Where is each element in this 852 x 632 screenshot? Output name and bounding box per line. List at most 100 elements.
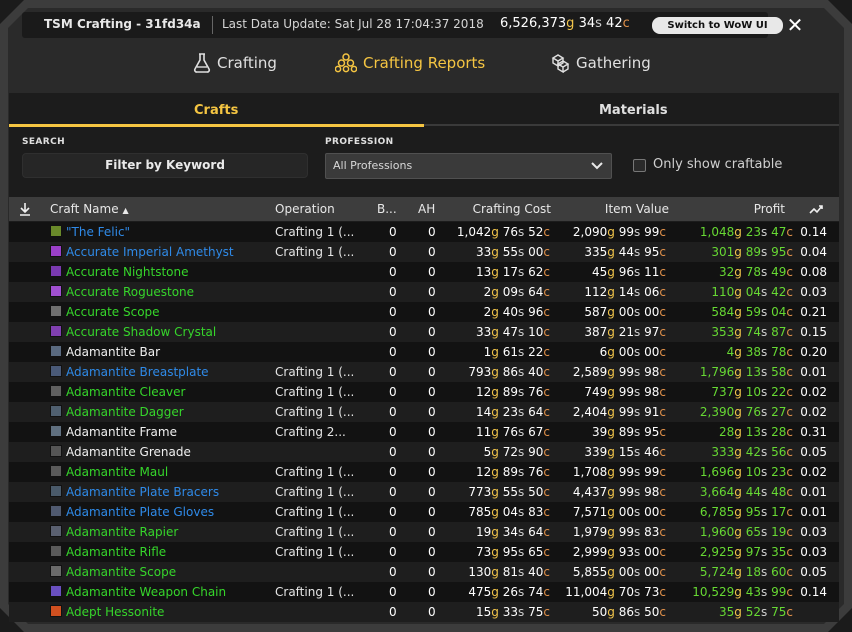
item-value-copper: 97 bbox=[644, 325, 660, 339]
profit-value-unit: s bbox=[761, 485, 768, 499]
craft-name[interactable]: Adamantite Maul bbox=[66, 465, 168, 479]
profit-value-unit: c bbox=[786, 305, 793, 319]
table-row[interactable]: Adamantite Plate Gloves Crafting 1 (... 0 0… bbox=[9, 502, 839, 522]
craft-name[interactable]: Adamantite Breastplate bbox=[66, 365, 209, 379]
craft-name[interactable]: Adept Hessonite bbox=[66, 605, 164, 619]
craft-name[interactable]: Adamantite Rapier bbox=[66, 525, 178, 539]
table-row[interactable]: Adamantite Plate Bracers Crafting 1 (... 0… bbox=[9, 482, 839, 502]
crafting-cost-unit: c bbox=[543, 265, 550, 279]
table-row[interactable]: Accurate Scope 0 0 2g 40s 96c 587g 00s 00c 58… bbox=[9, 302, 839, 322]
item-value-copper: 00 bbox=[644, 565, 660, 579]
item-value-copper: 46 bbox=[644, 445, 660, 459]
last-data-update: Last Data Update: Sat Jul 28 17:04:37 20… bbox=[222, 17, 484, 31]
item-value-silver: 99 bbox=[618, 485, 635, 499]
profit-ratio: 0.20 bbox=[800, 345, 827, 359]
craft-name[interactable]: Adamantite Scope bbox=[66, 565, 176, 579]
craft-name[interactable]: "The Felic" bbox=[66, 225, 130, 239]
column-header-ah[interactable]: AH bbox=[418, 202, 435, 216]
table-row[interactable]: Adamantite Grenade 0 0 5g 72s 90c 339g 15s 4… bbox=[9, 442, 839, 462]
profit-value-copper: 49 bbox=[771, 265, 787, 279]
craft-name[interactable]: Accurate Imperial Amethyst bbox=[66, 245, 234, 259]
download-icon[interactable] bbox=[18, 202, 32, 216]
profession-dropdown[interactable]: All Professions bbox=[325, 153, 612, 179]
table-row[interactable]: Adept Hessonite 0 0 15g 33s 75c 50g 86s 50c 3… bbox=[9, 602, 839, 622]
table-row[interactable]: Accurate Shadow Crystal 0 0 33g 47s 10c 387g… bbox=[9, 322, 839, 342]
item-value-unit: s bbox=[634, 265, 641, 279]
crafting-cost-silver: 72 bbox=[502, 445, 519, 459]
item-value-unit: s bbox=[634, 425, 641, 439]
profit-value-copper: 47 bbox=[771, 225, 787, 239]
crafting-cost-unit: g bbox=[491, 505, 499, 519]
subtab-materials[interactable]: Materials bbox=[599, 103, 668, 118]
column-header-operation[interactable]: Operation bbox=[275, 202, 335, 216]
only-craftable-checkbox[interactable] bbox=[633, 159, 646, 172]
table-row[interactable]: Adamantite Rapier Crafting 1 (... 0 0 19g 34… bbox=[9, 522, 839, 542]
profit-value-gold: 2,390 bbox=[699, 405, 735, 419]
table-row[interactable]: Adamantite Weapon Chain Crafting 1 (... 0 0… bbox=[9, 582, 839, 602]
table-row[interactable]: Accurate Imperial Amethyst Crafting 1 (..… bbox=[9, 242, 839, 262]
profit-value: 2,925g 97s 35c bbox=[700, 545, 793, 559]
craft-name[interactable]: Adamantite Grenade bbox=[66, 445, 191, 459]
profit-value-unit: g bbox=[734, 425, 742, 439]
crafting-cost-unit: c bbox=[543, 445, 550, 459]
craft-name[interactable]: Adamantite Plate Bracers bbox=[66, 485, 219, 499]
crafting-cost-copper: 75 bbox=[528, 605, 544, 619]
profit-value-unit: c bbox=[786, 265, 793, 279]
crafting-cost-unit: g bbox=[491, 465, 499, 479]
crafting-cost-unit: s bbox=[518, 545, 525, 559]
close-icon[interactable]: ✕ bbox=[786, 14, 804, 36]
craft-name[interactable]: Accurate Shadow Crystal bbox=[66, 325, 216, 339]
table-row[interactable]: Adamantite Bar 0 0 1g 61s 22c 6g 00s 00c 4g 3… bbox=[9, 342, 839, 362]
craft-name[interactable]: Adamantite Bar bbox=[66, 345, 160, 359]
table-row[interactable]: Adamantite Maul Crafting 1 (... 0 0 12g 89s … bbox=[9, 462, 839, 482]
subtab-crafts[interactable]: Crafts bbox=[194, 103, 238, 118]
table-row[interactable]: Adamantite Scope 0 0 130g 81s 40c 5,855g 00s… bbox=[9, 562, 839, 582]
tab-crafting[interactable]: Crafting bbox=[193, 50, 277, 76]
crafting-cost-gold: 33 bbox=[476, 325, 492, 339]
column-header-craft-name[interactable]: Craft Name ▲ bbox=[50, 202, 129, 216]
profit-value-copper: 95 bbox=[771, 245, 787, 259]
table-row[interactable]: Adamantite Cleaver Crafting 1 (... 0 0 12g 8… bbox=[9, 382, 839, 402]
table-row[interactable]: "The Felic" Crafting 1 (... 0 0 1,042g 76s 5… bbox=[9, 222, 839, 242]
column-header-profit[interactable]: Profit bbox=[754, 202, 785, 216]
profit-value-unit: s bbox=[761, 525, 768, 539]
profit-value: 333g 42s 56c bbox=[711, 445, 793, 459]
craft-name[interactable]: Adamantite Rifle bbox=[66, 545, 166, 559]
ah-count: 0 bbox=[428, 305, 436, 319]
table-row[interactable]: Adamantite Frame Crafting 2... 0 0 11g 76s 6… bbox=[9, 422, 839, 442]
switch-to-wow-ui-button[interactable]: Switch to WoW UI bbox=[652, 17, 783, 34]
column-header-crafting-cost[interactable]: Crafting Cost bbox=[473, 202, 551, 216]
bags-count: 0 bbox=[389, 325, 397, 339]
table-row[interactable]: Adamantite Dagger Crafting 1 (... 0 0 14g 23… bbox=[9, 402, 839, 422]
title-bar[interactable]: TSM Crafting - 31fd34a Last Data Update:… bbox=[22, 12, 783, 38]
table-row[interactable]: Accurate Roguestone 0 0 2g 09s 64c 112g 14s … bbox=[9, 282, 839, 302]
craft-name[interactable]: Adamantite Cleaver bbox=[66, 385, 185, 399]
crafting-cost: 33g 55s 00c bbox=[476, 245, 550, 259]
item-value-unit: g bbox=[607, 325, 615, 339]
item-value-gold: 50 bbox=[592, 605, 608, 619]
table-row[interactable]: Adamantite Breastplate Crafting 1 (... 0 0 7… bbox=[9, 362, 839, 382]
column-header-item-value[interactable]: Item Value bbox=[605, 202, 669, 216]
table-row[interactable]: Adamantite Rifle Crafting 1 (... 0 0 73g 95s… bbox=[9, 542, 839, 562]
craft-name[interactable]: Adamantite Weapon Chain bbox=[66, 585, 226, 599]
crafting-cost-unit: c bbox=[543, 505, 550, 519]
ah-count: 0 bbox=[428, 465, 436, 479]
craft-name[interactable]: Accurate Roguestone bbox=[66, 285, 194, 299]
table-row[interactable]: Accurate Nightstone 0 0 13g 17s 62c 45g 96s … bbox=[9, 262, 839, 282]
craft-name[interactable]: Adamantite Frame bbox=[66, 425, 177, 439]
tab-gathering[interactable]: Gathering bbox=[550, 50, 651, 76]
column-header-bags[interactable]: B... bbox=[377, 202, 397, 216]
craft-name[interactable]: Adamantite Plate Gloves bbox=[66, 505, 214, 519]
item-value-unit: g bbox=[607, 425, 615, 439]
ah-count: 0 bbox=[428, 605, 436, 619]
craft-name[interactable]: Accurate Scope bbox=[66, 305, 160, 319]
item-value-copper: 99 bbox=[644, 225, 660, 239]
craft-name[interactable]: Adamantite Dagger bbox=[66, 405, 184, 419]
item-value: 2,090g 99s 99c bbox=[573, 225, 666, 239]
craft-name[interactable]: Accurate Nightstone bbox=[66, 265, 189, 279]
search-input[interactable]: Filter by Keyword bbox=[22, 153, 308, 178]
trend-icon[interactable] bbox=[809, 203, 825, 215]
profit-value-unit: s bbox=[761, 405, 768, 419]
item-value-gold: 387 bbox=[584, 325, 608, 339]
tab-crafting-reports[interactable]: Crafting Reports bbox=[335, 50, 485, 76]
